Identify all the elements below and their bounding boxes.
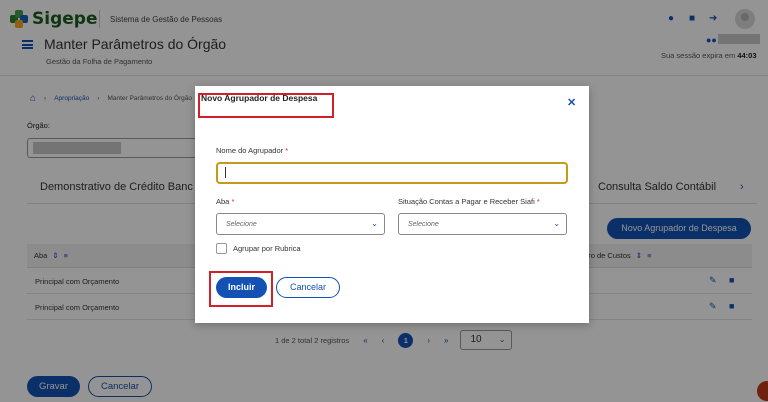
name-label: Nome do Agrupador * [216, 146, 289, 155]
situacao-label: Situação Contas a Pagar e Receber Siafi … [398, 197, 540, 206]
modal-title: Novo Agrupador de Despesa [201, 93, 318, 103]
group-by-rubrica-checkbox[interactable] [216, 243, 227, 254]
modal-cancel-button[interactable]: Cancelar [276, 277, 340, 298]
group-by-rubrica-label[interactable]: Agrupar por Rubrica [233, 244, 301, 253]
new-expense-group-modal: Novo Agrupador de Despesa ✕ Nome do Agru… [195, 86, 589, 323]
include-button[interactable]: Incluir [216, 277, 267, 298]
group-name-input[interactable] [216, 162, 568, 184]
aba-label: Aba * [216, 197, 235, 206]
text-cursor [225, 167, 226, 178]
chevron-down-icon: ⌄ [371, 219, 378, 228]
chevron-down-icon: ⌄ [553, 219, 560, 228]
situacao-select[interactable]: Selecione ⌄ [398, 213, 567, 235]
aba-select[interactable]: Selecione ⌄ [216, 213, 385, 235]
close-icon[interactable]: ✕ [567, 98, 576, 109]
